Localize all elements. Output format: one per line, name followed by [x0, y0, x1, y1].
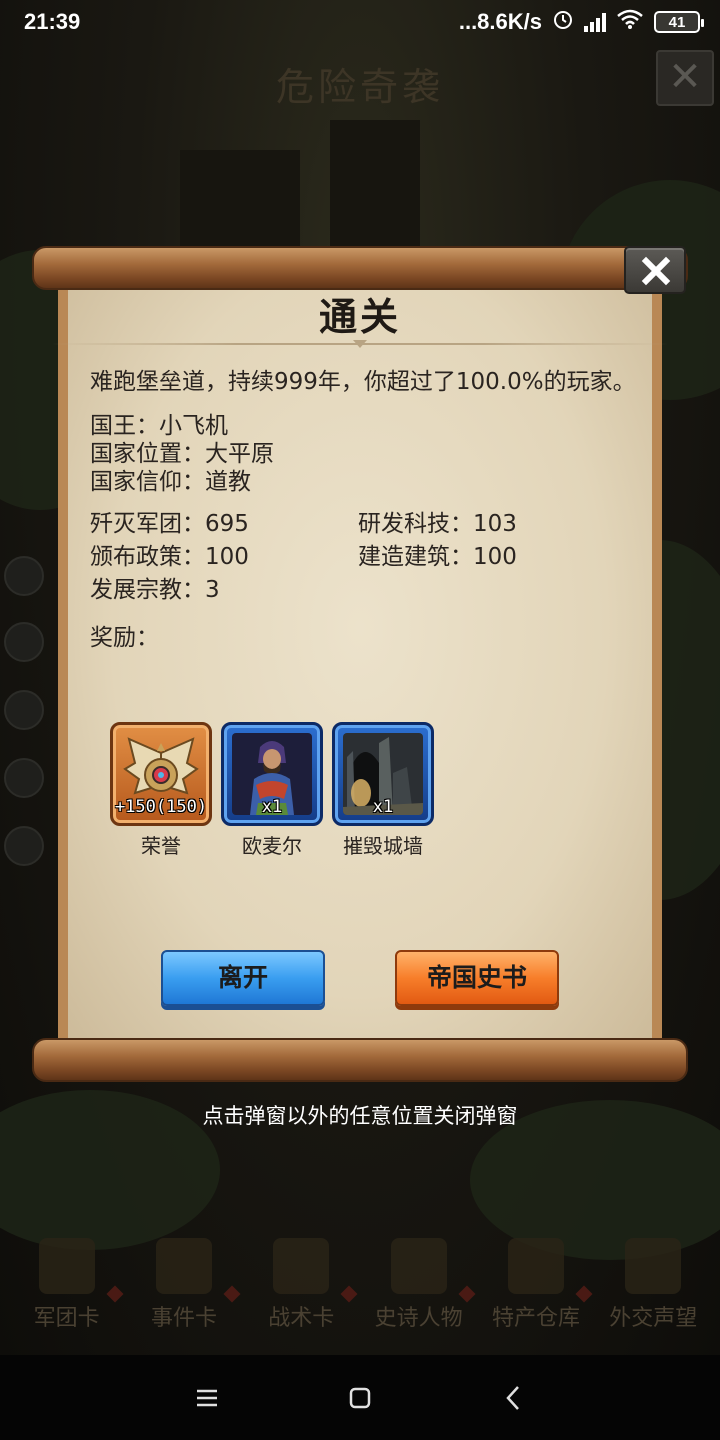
alarm-icon — [552, 8, 574, 36]
empire-history-button[interactable]: 帝国史书 — [395, 950, 559, 1006]
tab-label: 军团卡 — [33, 1306, 100, 1331]
tab-epic-characters[interactable]: 史诗人物 — [363, 1238, 476, 1333]
reward-count: +150(150) — [114, 797, 208, 817]
status-bar: 21:39 ...8.6K/s 41 — [0, 0, 720, 44]
scroll-icon — [155, 1238, 212, 1294]
reward-card[interactable]: x1 — [332, 722, 434, 826]
menu-icon — [196, 1389, 217, 1406]
battery-icon: 41 — [654, 11, 704, 33]
reward-card[interactable]: x1 — [221, 722, 323, 826]
dialog-title: 通关 — [318, 294, 401, 339]
crown-icon — [390, 1238, 447, 1294]
rewards-label: 奖励： — [90, 625, 159, 651]
back-button[interactable] — [483, 1368, 543, 1428]
menu-button[interactable] — [177, 1368, 237, 1428]
wifi-icon — [616, 9, 644, 35]
reward-item[interactable]: x1 摧毁城墙 — [332, 722, 434, 859]
home-icon — [349, 1387, 371, 1408]
reward-item[interactable]: x1 欧麦尔 — [221, 722, 323, 859]
reward-name: 摧毁城墙 — [343, 834, 423, 858]
king-name: 国王：小飞机 — [90, 413, 228, 439]
tab-army-cards[interactable]: 军团卡 — [11, 1238, 124, 1333]
tab-tactic-cards[interactable]: 战术卡 — [245, 1238, 358, 1333]
reward-name: 荣誉 — [141, 834, 181, 858]
tab-label: 事件卡 — [150, 1306, 217, 1331]
stat-buildings-built: 建造建筑：100 — [358, 544, 517, 570]
tab-label: 外交声望 — [609, 1306, 698, 1331]
rewards-list: +150(150) 荣誉 x1 欧麦尔 x1 摧毁城墙 — [110, 722, 570, 862]
close-icon — [641, 256, 671, 286]
stat-tech-researched: 研发科技：103 — [358, 511, 517, 537]
bottom-tab-bar: 军团卡 事件卡 战术卡 史诗人物 特产仓库 外交声望 — [0, 1235, 720, 1355]
victory-dialog: 通关 难跑堡垒道，持续999年，你超过了100.0%的玩家。 国王：小飞机 国家… — [32, 246, 688, 1086]
dismiss-hint: 点击弹窗以外的任意位置关闭弹窗 — [202, 1104, 518, 1128]
background-title: 危险奇袭 — [275, 65, 444, 109]
reward-item[interactable]: +150(150) 荣誉 — [110, 722, 212, 859]
helmet-icon — [38, 1238, 95, 1294]
dialog-content: 难跑堡垒道，持续999年，你超过了100.0%的玩家。 国王：小飞机 国家位置：… — [90, 368, 638, 652]
navigation-bar — [0, 1355, 720, 1440]
status-time: 21:39 — [24, 9, 81, 34]
compass-icon — [273, 1238, 330, 1294]
country-location: 国家位置：大平原 — [90, 441, 274, 467]
stat-armies-destroyed: 歼灭军团：695 — [90, 511, 249, 537]
stat-religions-developed: 发展宗教：3 — [90, 577, 220, 603]
reward-card[interactable]: +150(150) — [110, 722, 212, 826]
reward-count: x1 — [261, 797, 283, 817]
tab-specialty-warehouse[interactable]: 特产仓库 — [480, 1238, 593, 1333]
battery-level: 41 — [668, 13, 686, 31]
stat-policies-issued: 颁布政策：100 — [90, 544, 249, 570]
scroll-roll-top — [32, 246, 688, 290]
reward-name: 欧麦尔 — [242, 834, 302, 858]
close-button[interactable] — [624, 246, 686, 294]
tab-diplomatic-reputation[interactable]: 外交声望 — [597, 1238, 709, 1333]
tab-label: 战术卡 — [268, 1306, 335, 1331]
scroll-roll-bottom — [32, 1038, 688, 1082]
tab-label: 特产仓库 — [491, 1306, 580, 1331]
signal-icon — [584, 12, 606, 32]
leave-button[interactable]: 离开 — [161, 950, 325, 1006]
stats-grid: 歼灭军团：695 研发科技：103 颁布政策：100 建造建筑：100 发展宗教… — [90, 510, 638, 604]
network-speed: ...8.6K/s — [458, 9, 542, 34]
country-religion: 国家信仰：道教 — [90, 469, 251, 495]
background-close-button[interactable]: ✕ — [656, 50, 714, 106]
title-divider — [52, 338, 668, 352]
tab-event-cards[interactable]: 事件卡 — [128, 1238, 241, 1333]
reward-count: x1 — [372, 797, 394, 817]
letter-icon — [625, 1238, 682, 1294]
back-icon — [506, 1385, 520, 1410]
tab-label: 史诗人物 — [374, 1306, 463, 1331]
status-icons: ...8.6K/s 41 — [458, 8, 704, 36]
result-summary: 难跑堡垒道，持续999年，你超过了100.0%的玩家。 — [90, 369, 636, 395]
chest-icon — [507, 1238, 564, 1294]
home-button[interactable] — [330, 1368, 390, 1428]
